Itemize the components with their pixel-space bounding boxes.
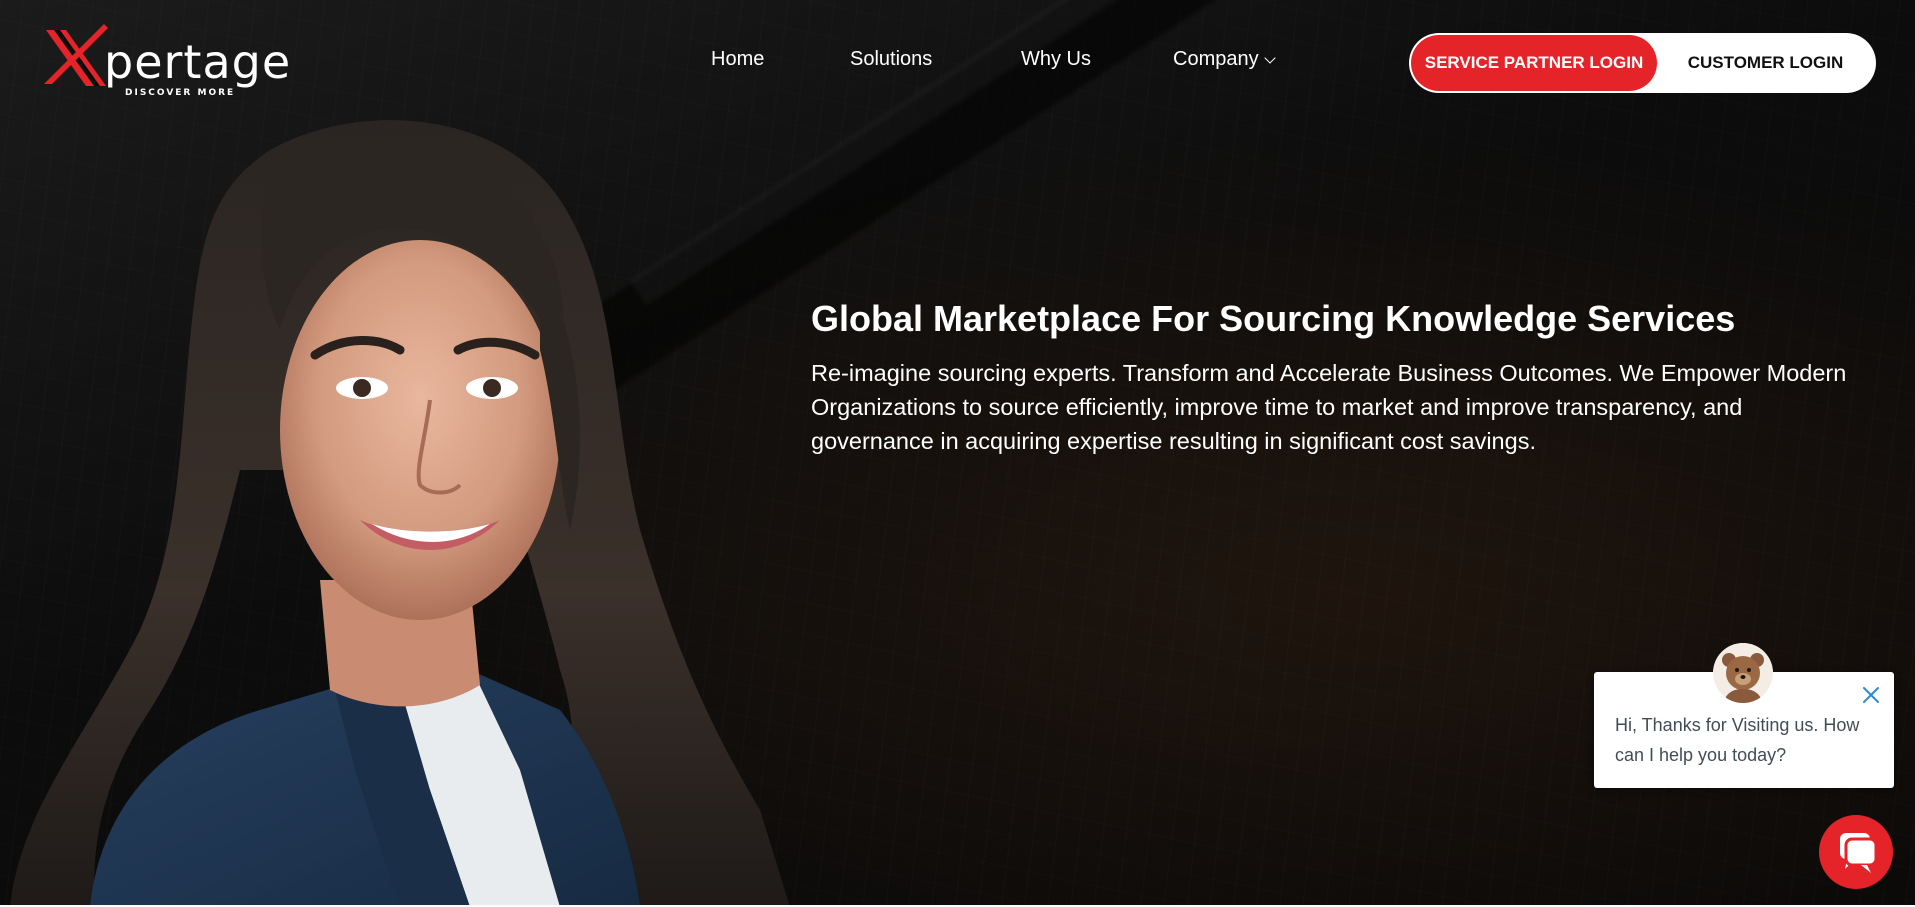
nav-item-home[interactable]: Home <box>711 48 764 71</box>
chat-agent-avatar <box>1713 643 1773 703</box>
hero-subtext: Re-imagine sourcing experts. Transform a… <box>811 360 1847 454</box>
service-partner-login-button[interactable]: SERVICE PARTNER LOGIN <box>1411 35 1657 91</box>
chat-launcher-button[interactable] <box>1819 815 1893 889</box>
close-icon[interactable] <box>1860 684 1882 706</box>
hero-headline: Global Marketplace For Sourcing Knowledg… <box>811 298 1736 339</box>
hero-portrait-image <box>10 120 790 907</box>
brand-logo[interactable]: pertage DISCOVER MORE <box>40 22 290 102</box>
customer-login-button[interactable]: CUSTOMER LOGIN <box>1657 35 1874 91</box>
logo-x-mark-icon <box>44 24 108 86</box>
chat-greeting-message: Hi, Thanks for Visiting us. How can I he… <box>1615 715 1860 765</box>
nav-item-solutions[interactable]: Solutions <box>850 48 932 71</box>
logo-tagline: DISCOVER MORE <box>125 88 236 98</box>
chat-icon <box>1840 833 1878 873</box>
chevron-down-icon <box>1263 52 1276 64</box>
teddy-bear-avatar-icon <box>1713 643 1773 703</box>
nav-item-why-us[interactable]: Why Us <box>1021 48 1091 71</box>
nav-item-company[interactable]: Company <box>1173 48 1276 71</box>
logo-wordmark: pertage <box>104 35 292 89</box>
nav-item-company-label: Company <box>1173 48 1259 70</box>
